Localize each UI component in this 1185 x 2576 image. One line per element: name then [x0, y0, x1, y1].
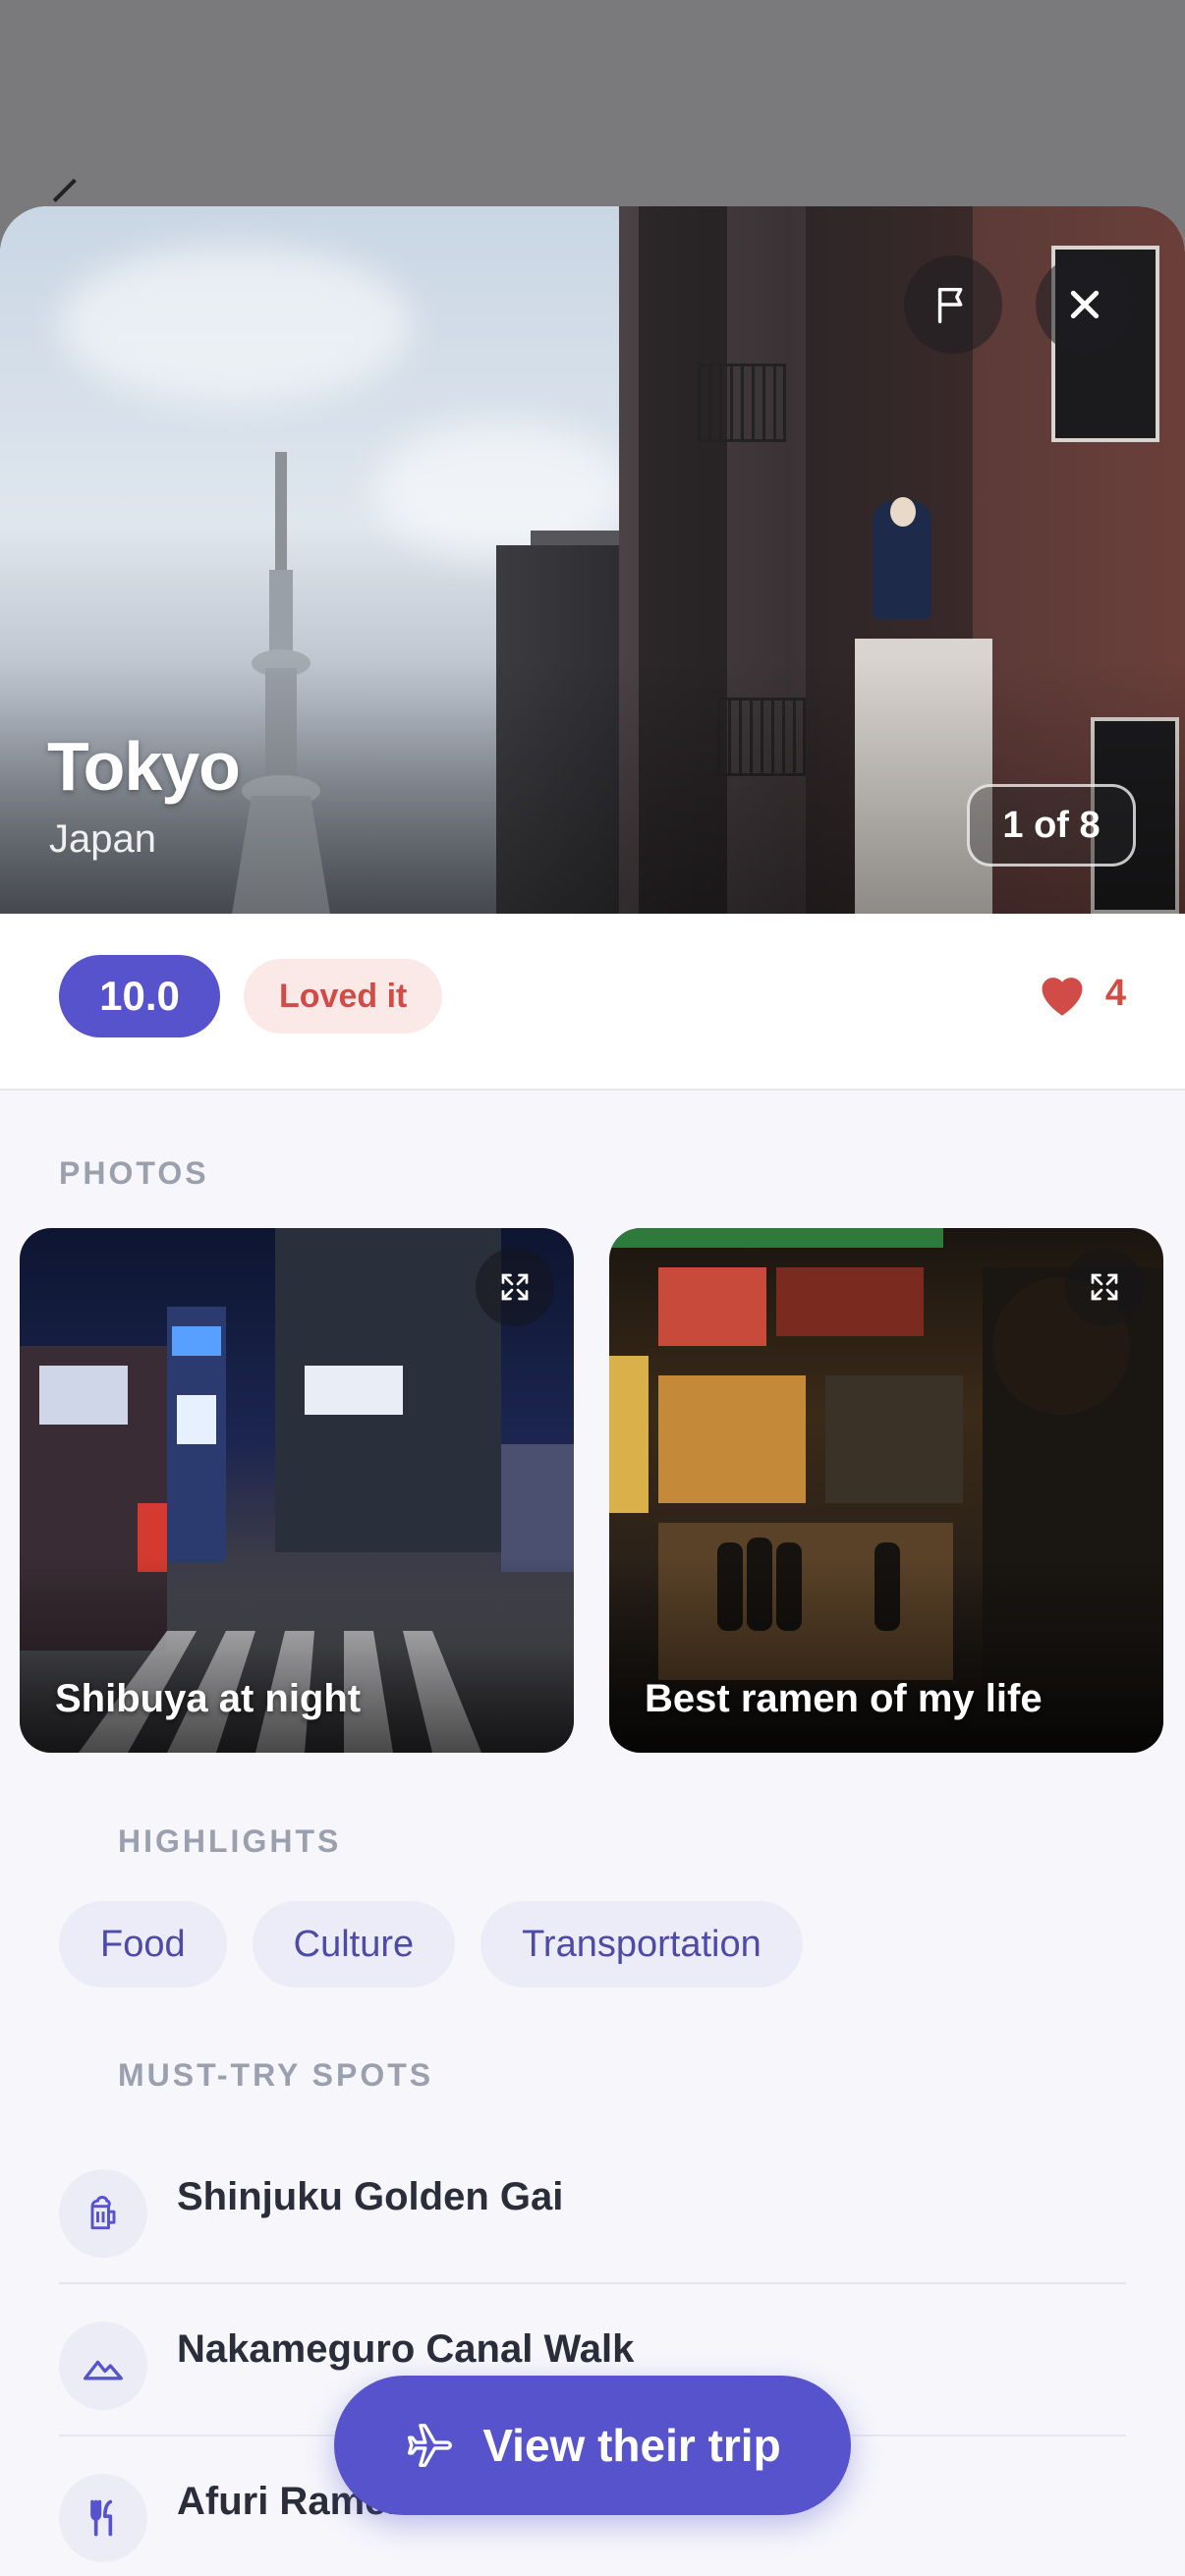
expand-icon: [1091, 1273, 1118, 1301]
like-count: 4: [1104, 972, 1126, 1014]
figure-head: [890, 497, 916, 527]
highlights-label: HIGHLIGHTS: [118, 1823, 342, 1859]
chip-food[interactable]: Food: [59, 1901, 227, 1988]
close-icon: [1070, 290, 1100, 319]
mountain-icon: [59, 2322, 147, 2410]
like-button[interactable]: 4: [1035, 969, 1126, 1018]
photo-card[interactable]: Best ramen of my life: [609, 1228, 1163, 1753]
score-badge: 10.0: [59, 955, 220, 1037]
airplane-icon: [408, 2424, 453, 2467]
expand-button[interactable]: [1065, 1248, 1144, 1326]
verdict-badge: Loved it: [244, 959, 443, 1034]
fork-knife-icon: [59, 2474, 147, 2562]
caption-shade: [609, 1556, 1163, 1753]
view-trip-button[interactable]: View their trip: [334, 2376, 851, 2515]
balcony: [698, 364, 786, 442]
cloud: [59, 246, 413, 403]
spot-name: Shinjuku Golden Gai: [177, 2175, 564, 2218]
caption-shade: [20, 1556, 574, 1753]
list-item[interactable]: Shinjuku Golden Gai: [59, 2132, 1126, 2284]
view-trip-label: View their trip: [482, 2420, 781, 2471]
country-subtitle: Japan: [49, 817, 156, 861]
chip-transportation[interactable]: Transportation: [480, 1901, 803, 1988]
expand-icon: [501, 1273, 529, 1301]
photo-card[interactable]: Shibuya at night: [20, 1228, 574, 1753]
rating-row: 10.0 Loved it 4: [0, 914, 1185, 1091]
photo-counter: 1 of 8: [967, 784, 1136, 867]
beer-mug-icon: [59, 2169, 147, 2258]
expand-button[interactable]: [476, 1248, 554, 1326]
close-button[interactable]: [1036, 255, 1134, 354]
photo-caption: Shibuya at night: [55, 1677, 362, 1720]
destination-sheet: Tokyo Japan 1 of 8 10.0 Loved it 4 PHOTO…: [0, 206, 1185, 2576]
spot-name: Nakameguro Canal Walk: [177, 2327, 635, 2371]
flag-icon: [937, 287, 963, 323]
spots-label: MUST-TRY SPOTS: [118, 2057, 434, 2093]
photos-label: PHOTOS: [59, 1155, 209, 1191]
heart-icon: [1042, 978, 1083, 1016]
highlight-chips: Food Culture Transportation: [59, 1901, 803, 1988]
report-flag-button[interactable]: [904, 255, 1002, 354]
city-title: Tokyo: [47, 728, 241, 805]
hero-image: Tokyo Japan 1 of 8: [0, 206, 1185, 914]
chip-culture[interactable]: Culture: [252, 1901, 456, 1988]
photo-caption: Best ramen of my life: [645, 1677, 1043, 1720]
